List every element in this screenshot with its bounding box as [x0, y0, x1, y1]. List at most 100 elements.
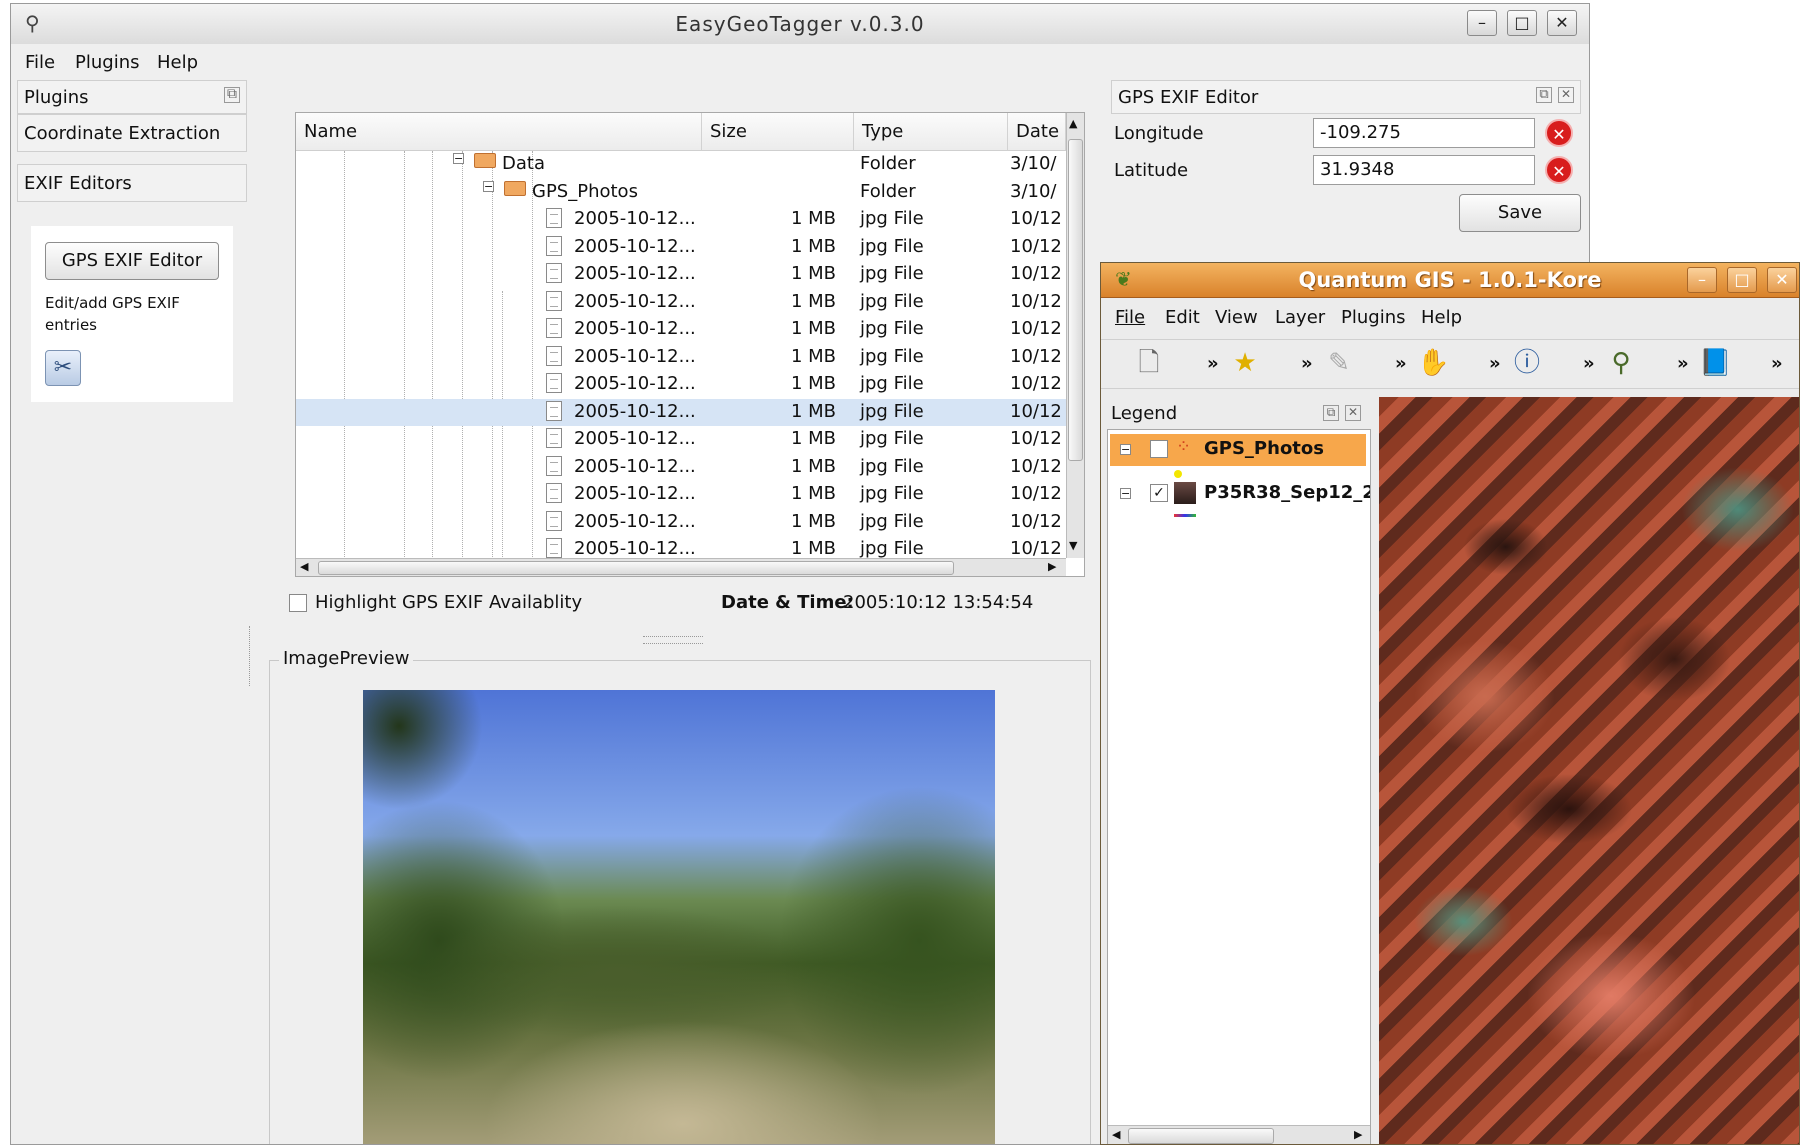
identify-icon[interactable]: ⓘ — [1511, 347, 1543, 379]
collapse-icon[interactable]: − — [1120, 444, 1131, 455]
collapse-icon[interactable]: − — [453, 153, 464, 164]
folder-icon — [504, 180, 526, 196]
table-row[interactable]: 2005-10-12... 1 MB jpg File 10/12 — [296, 481, 1066, 508]
egt-titlebar[interactable]: ⚲ EasyGeoTagger v.0.3.0 – □ ✕ — [11, 4, 1589, 45]
menu-plugins[interactable]: Plugins — [75, 52, 139, 73]
legend-panel[interactable]: − ⁘ GPS_Photos − ✓ P35R38_Sep12_2 ◀ ▶ — [1107, 429, 1371, 1144]
close-button[interactable]: ✕ — [1547, 10, 1577, 36]
save-button[interactable]: Save — [1459, 194, 1581, 232]
legend-layer-raster[interactable]: − ✓ P35R38_Sep12_2 — [1110, 478, 1370, 510]
file-type: jpg File — [860, 235, 924, 257]
tree-row-folder[interactable]: − Data Folder 3/10/ — [296, 151, 1066, 178]
qgis-titlebar[interactable]: ❦ Quantum GIS - 1.0.1-Kore – □ ✕ — [1101, 263, 1799, 298]
tree-row-folder[interactable]: − GPS_Photos Folder 3/10/ — [296, 179, 1066, 206]
plugin-icon[interactable]: ⚲ — [1605, 347, 1637, 379]
tools-icon[interactable]: ✂ — [45, 350, 81, 386]
minimize-button[interactable]: – — [1467, 10, 1497, 36]
column-header-type[interactable]: Type — [854, 113, 1008, 151]
qgis-menu-edit[interactable]: Edit — [1165, 307, 1200, 328]
toolbar-overflow-icon[interactable]: » — [1583, 353, 1595, 374]
scroll-up-arrow-icon[interactable]: ▲ — [1069, 117, 1077, 130]
qgis-menu-layer[interactable]: Layer — [1275, 307, 1325, 328]
toolbar-overflow-icon[interactable]: » — [1207, 353, 1219, 374]
horizontal-scrollbar[interactable]: ◀ ▶ — [296, 558, 1066, 576]
splitter-handle[interactable] — [249, 626, 252, 686]
table-row[interactable]: 2005-10-12... 1 MB jpg File 10/12 — [296, 371, 1066, 398]
qgis-menu-file[interactable]: File — [1115, 307, 1145, 328]
menu-help[interactable]: Help — [157, 52, 198, 73]
legend-horizontal-scrollbar[interactable]: ◀ ▶ — [1108, 1125, 1370, 1144]
legend-layer-gps-photos[interactable]: − ⁘ GPS_Photos — [1110, 434, 1366, 466]
scroll-left-arrow-icon[interactable]: ◀ — [1112, 1128, 1120, 1141]
table-row[interactable]: 2005-10-12... 1 MB jpg File 10/12 — [296, 234, 1066, 261]
qgis-menu-plugins[interactable]: Plugins — [1341, 307, 1405, 328]
pan-hand-icon[interactable]: ✋ — [1417, 347, 1449, 379]
table-row[interactable]: 2005-10-12... 1 MB jpg File 10/12 — [296, 344, 1066, 371]
qgis-minimize-button[interactable]: – — [1687, 267, 1717, 293]
table-row[interactable]: 2005-10-12... 1 MB jpg File 10/12 — [296, 206, 1066, 233]
column-header-name[interactable]: Name — [296, 113, 702, 151]
new-project-icon[interactable]: 🗋 — [1133, 347, 1165, 379]
column-header-date[interactable]: Date — [1008, 113, 1066, 151]
layer-visibility-checkbox[interactable] — [1150, 440, 1168, 458]
toolbar-overflow-icon[interactable]: » — [1395, 353, 1407, 374]
toolbar-overflow-icon[interactable]: » — [1771, 353, 1783, 374]
float-icon[interactable]: ⧉ — [224, 87, 240, 103]
highlight-gps-checkbox[interactable] — [289, 594, 307, 612]
file-type: jpg File — [860, 345, 924, 367]
qgis-close-button[interactable]: ✕ — [1767, 267, 1797, 293]
plugin-group-label: EXIF Editors — [24, 173, 132, 194]
file-tree[interactable]: Name Size Type Date − Data Folder 3/10/− GPS… — [295, 112, 1085, 577]
legend-float-icon[interactable]: ⧉ — [1323, 405, 1339, 421]
layer-visibility-checkbox[interactable]: ✓ — [1150, 484, 1168, 502]
file-name: 2005-10-12... — [574, 483, 696, 504]
table-row[interactable]: 2005-10-12... 1 MB jpg File 10/12 — [296, 316, 1066, 343]
table-row[interactable]: 2005-10-12... 1 MB jpg File 10/12 — [296, 289, 1066, 316]
help-book-icon[interactable]: 📘 — [1699, 347, 1731, 379]
table-row[interactable]: 2005-10-12... 1 MB jpg File 10/12 — [296, 261, 1066, 288]
vertical-scrollbar[interactable]: ▲ ▼ — [1066, 113, 1084, 558]
clear-longitude-icon[interactable]: ✕ — [1545, 119, 1573, 147]
file-size: 1 MB — [790, 538, 836, 559]
table-row[interactable]: 2005-10-12... 1 MB jpg File 10/12 — [296, 454, 1066, 481]
legend-scroll-thumb[interactable] — [1128, 1128, 1274, 1144]
map-canvas[interactable] — [1379, 397, 1799, 1144]
splitter-handle[interactable] — [643, 636, 703, 644]
qgis-menu-help[interactable]: Help — [1421, 307, 1462, 328]
menubar — [11, 44, 1589, 80]
toolbar-overflow-icon[interactable]: » — [1677, 353, 1689, 374]
menu-file[interactable]: File — [25, 52, 55, 73]
vertical-scroll-thumb[interactable] — [1068, 139, 1083, 461]
scroll-left-arrow-icon[interactable]: ◀ — [300, 560, 308, 573]
new-bookmark-icon[interactable]: ★ — [1229, 347, 1261, 379]
collapse-icon[interactable]: − — [483, 180, 494, 192]
clear-latitude-icon[interactable]: ✕ — [1545, 156, 1573, 184]
horizontal-scroll-thumb[interactable] — [318, 561, 954, 575]
file-name: 2005-10-12... — [574, 345, 696, 367]
column-header-size[interactable]: Size — [702, 113, 854, 151]
float-icon[interactable]: ⧉ — [1536, 87, 1552, 103]
gps-exif-editor-button[interactable]: GPS EXIF Editor — [45, 242, 219, 280]
folder-date: 3/10/ — [1010, 180, 1057, 202]
longitude-field[interactable]: -109.275 — [1313, 118, 1535, 148]
maximize-button[interactable]: □ — [1507, 10, 1537, 36]
close-icon[interactable]: ✕ — [1558, 87, 1574, 103]
table-row[interactable]: 2005-10-12... 1 MB jpg File 10/12 — [296, 426, 1066, 453]
plugin-group-exif-editors[interactable]: EXIF Editors — [17, 164, 247, 202]
collapse-icon[interactable]: − — [1120, 488, 1131, 499]
plugin-group-coordinate-extraction[interactable]: Coordinate Extraction — [17, 114, 247, 152]
digitize-pen-icon[interactable]: ✎ — [1323, 347, 1355, 379]
toolbar-overflow-icon[interactable]: » — [1301, 353, 1313, 374]
toolbar-overflow-icon[interactable]: » — [1489, 353, 1501, 374]
scroll-right-arrow-icon[interactable]: ▶ — [1354, 1128, 1362, 1141]
latitude-field[interactable]: 31.9348 — [1313, 155, 1535, 185]
qgis-menu-view[interactable]: View — [1215, 307, 1258, 328]
file-size: 1 MB — [790, 318, 836, 339]
table-row[interactable]: 2005-10-12... 1 MB jpg File 10/12 — [296, 509, 1066, 536]
scroll-right-arrow-icon[interactable]: ▶ — [1048, 560, 1056, 573]
table-row-selected[interactable]: 2005-10-12... 1 MB jpg File 10/12 — [296, 398, 1066, 426]
qgis-window: ❦ Quantum GIS - 1.0.1-Kore – □ ✕ File Ed… — [1100, 262, 1800, 1145]
qgis-maximize-button[interactable]: □ — [1727, 267, 1757, 293]
legend-close-icon[interactable]: ✕ — [1345, 405, 1361, 421]
scroll-down-arrow-icon[interactable]: ▼ — [1069, 539, 1077, 552]
